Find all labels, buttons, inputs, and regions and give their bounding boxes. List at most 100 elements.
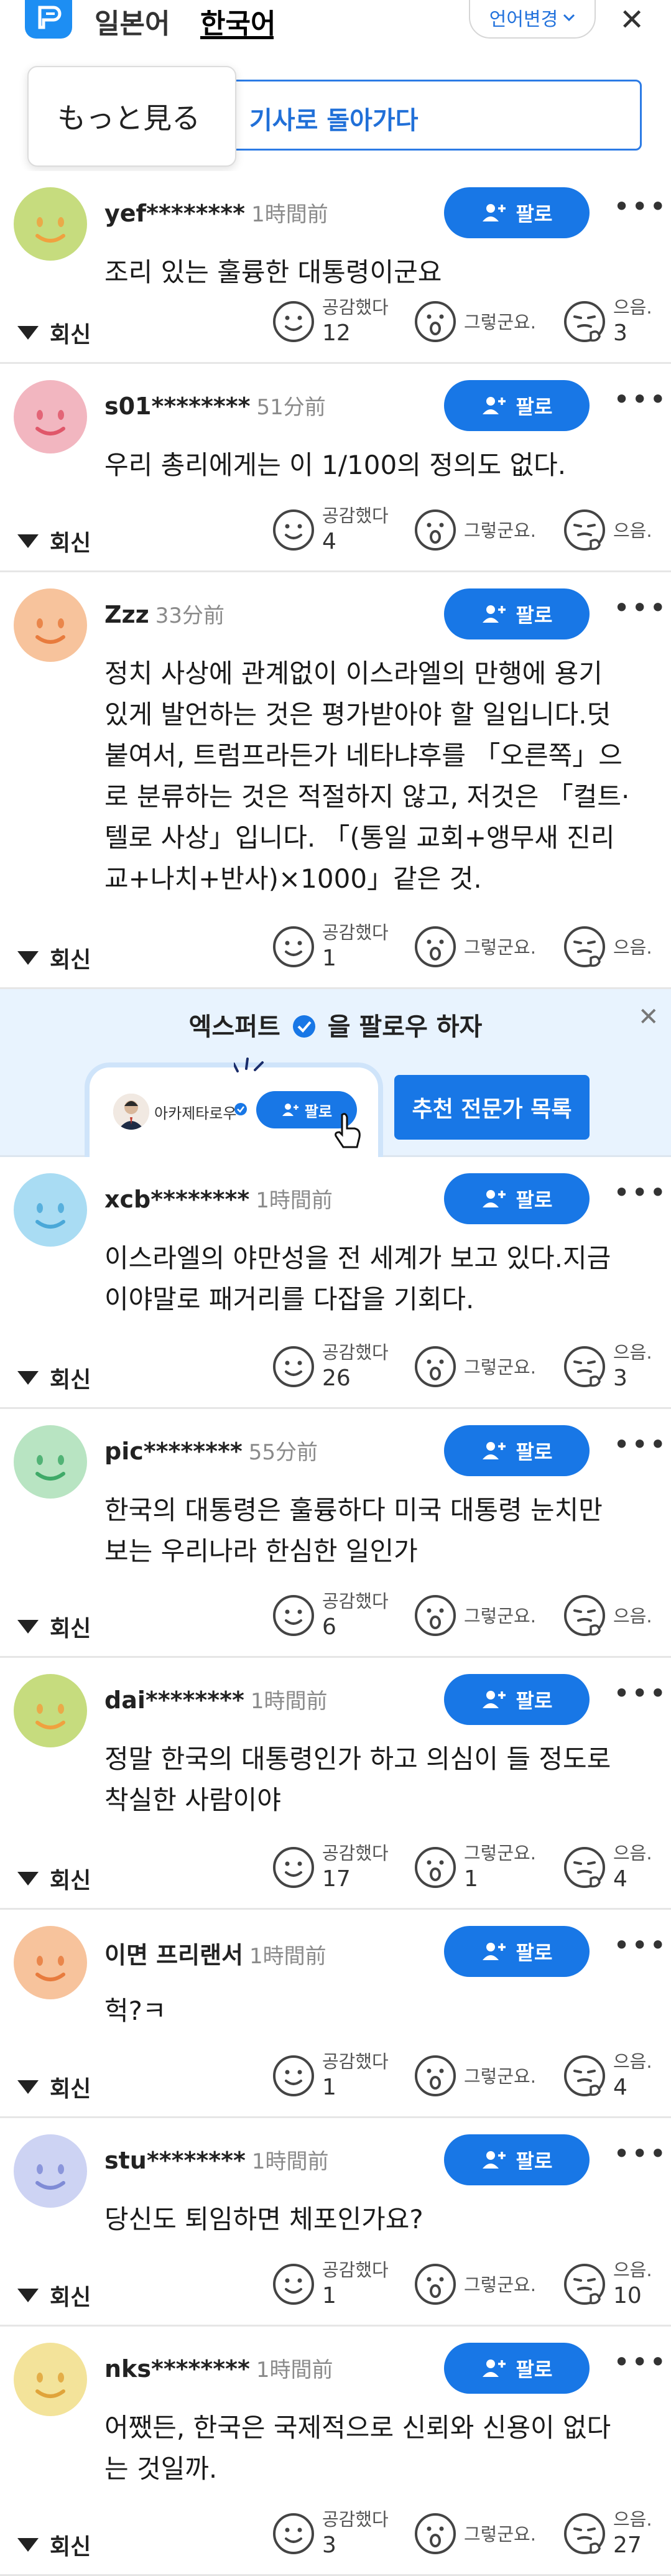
reply-button[interactable]: 회신 bbox=[17, 2279, 91, 2312]
reaction-label: 공감했다 bbox=[322, 1591, 389, 1612]
username-text: 이면 프리랜서 bbox=[104, 1941, 243, 1969]
comment-username[interactable]: xcb******** 1時間前 bbox=[104, 1183, 333, 1214]
more-options-icon[interactable]: ••• bbox=[613, 1676, 667, 1710]
reaction-label: 그렇군요. bbox=[464, 1843, 536, 1864]
reply-button[interactable]: 회신 bbox=[17, 1611, 91, 1643]
reply-button[interactable]: 회신 bbox=[17, 2071, 91, 2103]
follow-button[interactable]: 팔로 bbox=[444, 187, 590, 238]
smiley-avatar-icon bbox=[35, 1704, 65, 1729]
avatar[interactable] bbox=[14, 1173, 87, 1247]
language-change-button[interactable]: 언어변경 bbox=[469, 0, 596, 39]
follow-button[interactable]: 팔로 bbox=[444, 588, 590, 639]
smiley-avatar-icon bbox=[35, 1203, 65, 1229]
more-options-icon[interactable]: ••• bbox=[613, 190, 667, 223]
reply-toggle-icon bbox=[17, 2080, 39, 2094]
reply-toggle-icon bbox=[17, 2538, 39, 2552]
follow-label: 팔로 bbox=[516, 1689, 553, 1713]
comment-body: 어쨌든, 한국은 국제적으로 신뢰와 신용이 없다 는 것일까. bbox=[104, 2407, 646, 2490]
comment-item: nks******** 1時間前 팔로 ••• 어쨌든, 한국은 국제적으로 신뢰와 신… bbox=[0, 2327, 671, 2576]
reaction-label: 으음. bbox=[613, 1843, 652, 1864]
more-options-icon[interactable]: ••• bbox=[613, 591, 667, 625]
reaction-count: 17 bbox=[322, 1866, 351, 1892]
comment-line: 붙여서, 트럼프라든가 네타냐후를 「오른쪽」으 bbox=[104, 740, 622, 771]
follow-button[interactable]: 팔로 bbox=[444, 1926, 590, 1977]
avatar[interactable] bbox=[14, 1425, 87, 1499]
thinking-face-icon bbox=[562, 1344, 607, 1389]
reaction-count: 1 bbox=[464, 1866, 478, 1892]
comment-username[interactable]: stu******** 1時間前 bbox=[104, 2144, 328, 2175]
comment-body: 한국의 대통령은 훌륭하다 미국 대통령 눈치만 보는 우리나라 한심한 일인가 bbox=[104, 1490, 646, 1572]
close-icon[interactable]: ✕ bbox=[619, 2, 644, 37]
avatar[interactable] bbox=[14, 2134, 87, 2208]
avatar[interactable] bbox=[14, 588, 87, 662]
avatar[interactable] bbox=[14, 1926, 87, 1999]
reaction-label: 그렇군요. bbox=[464, 2066, 536, 2087]
comment-body: 헉?ㅋ bbox=[104, 1991, 646, 2032]
more-options-icon[interactable]: ••• bbox=[613, 383, 667, 416]
comment-time: 55分前 bbox=[248, 1440, 318, 1465]
comment-username[interactable]: 이면 프리랜서 1時間前 bbox=[104, 1936, 326, 1970]
username-text: nks******** bbox=[104, 2355, 250, 2383]
more-options-icon[interactable]: ••• bbox=[613, 1928, 667, 1962]
avatar[interactable] bbox=[14, 2343, 87, 2416]
comment-username[interactable]: pic******** 55分前 bbox=[104, 1435, 318, 1466]
more-options-icon[interactable]: ••• bbox=[613, 2345, 667, 2379]
expert-title-left: 엑스퍼트 bbox=[188, 1013, 280, 1041]
reply-button[interactable]: 회신 bbox=[17, 1362, 91, 1394]
reply-toggle-icon bbox=[17, 1872, 39, 1886]
more-options-icon[interactable]: ••• bbox=[613, 1176, 667, 1209]
add-person-icon bbox=[482, 1190, 506, 1207]
reaction-count: 1 bbox=[322, 2075, 336, 2100]
more-popup[interactable]: もっと見る bbox=[27, 66, 236, 167]
reaction-label: 으음. bbox=[613, 937, 652, 958]
more-options-icon[interactable]: ••• bbox=[613, 1428, 667, 1461]
comment-username[interactable]: yef******** 1時間前 bbox=[104, 197, 328, 228]
reaction-label: 공감했다 bbox=[322, 922, 389, 943]
app-logo[interactable] bbox=[25, 0, 72, 39]
empathy-face-icon bbox=[271, 1845, 316, 1890]
follow-button[interactable]: 팔로 bbox=[444, 2343, 590, 2394]
follow-button[interactable]: 팔로 bbox=[444, 2134, 590, 2185]
reply-button[interactable]: 회신 bbox=[17, 317, 91, 349]
comment-body: 정말 한국의 대통령인가 하고 의심이 들 정도로 착실한 사람이야 bbox=[104, 1739, 646, 1821]
thinking-face-icon bbox=[562, 1593, 607, 1638]
empathy-face-icon bbox=[271, 2511, 316, 2556]
reply-toggle-icon bbox=[17, 1371, 39, 1385]
person-photo-icon bbox=[113, 1094, 149, 1130]
surprise-face-icon bbox=[413, 299, 458, 344]
reply-button[interactable]: 회신 bbox=[17, 2529, 91, 2561]
expert-close-icon[interactable]: ✕ bbox=[638, 1003, 659, 1031]
avatar[interactable] bbox=[14, 187, 87, 261]
thinking-face-icon bbox=[562, 508, 607, 552]
comment-username[interactable]: nks******** 1時間前 bbox=[104, 2353, 333, 2383]
follow-button[interactable]: 팔로 bbox=[444, 1173, 590, 1224]
comment-username[interactable]: dai******** 1時間前 bbox=[104, 1684, 328, 1714]
follow-button[interactable]: 팔로 bbox=[444, 1674, 590, 1725]
reply-button[interactable]: 회신 bbox=[17, 525, 91, 557]
reply-button[interactable]: 회신 bbox=[17, 942, 91, 974]
comment-item: yef******** 1時間前 팔로 ••• 조리 있는 훌륭한 대통령이군요 회신 공감… bbox=[0, 171, 671, 364]
more-options-icon[interactable]: ••• bbox=[613, 2137, 667, 2170]
back-to-article-button[interactable]: 기사로 돌아가다 bbox=[187, 80, 642, 151]
tab-korean[interactable]: 한국어 bbox=[200, 1, 275, 41]
reaction-label: 공감했다 bbox=[322, 2259, 389, 2281]
avatar[interactable] bbox=[14, 1674, 87, 1747]
add-person-icon bbox=[482, 2151, 506, 2169]
reaction-count: 26 bbox=[322, 1365, 351, 1391]
comment-username[interactable]: Zzz 33分前 bbox=[104, 598, 224, 629]
smiley-avatar-icon bbox=[35, 1956, 65, 1981]
comment-time: 1時間前 bbox=[256, 1188, 333, 1213]
top-header: 일본어 한국어 언어변경 ✕ bbox=[0, 0, 671, 68]
language-change-label: 언어변경 bbox=[489, 9, 558, 30]
follow-button[interactable]: 팔로 bbox=[444, 1425, 590, 1476]
thinking-face-icon bbox=[562, 924, 607, 969]
avatar[interactable] bbox=[14, 380, 87, 453]
comment-item: s01******** 51分前 팔로 ••• 우리 총리에게는 이 1/100의 정의… bbox=[0, 364, 671, 572]
tab-japanese[interactable]: 일본어 bbox=[95, 1, 170, 41]
recommended-experts-button[interactable]: 추천 전문가 목록 bbox=[394, 1075, 590, 1140]
follow-button[interactable]: 팔로 bbox=[444, 380, 590, 431]
expert-follow-banner: 엑스퍼트 을 팔로우 하자 ✕ 아카제타로우 팔로 추천 전문가 목록 bbox=[0, 989, 671, 1157]
reply-button[interactable]: 회신 bbox=[17, 1862, 91, 1895]
reaction-label: 공감했다 bbox=[322, 1342, 389, 1363]
comment-username[interactable]: s01******** 51分前 bbox=[104, 390, 326, 421]
